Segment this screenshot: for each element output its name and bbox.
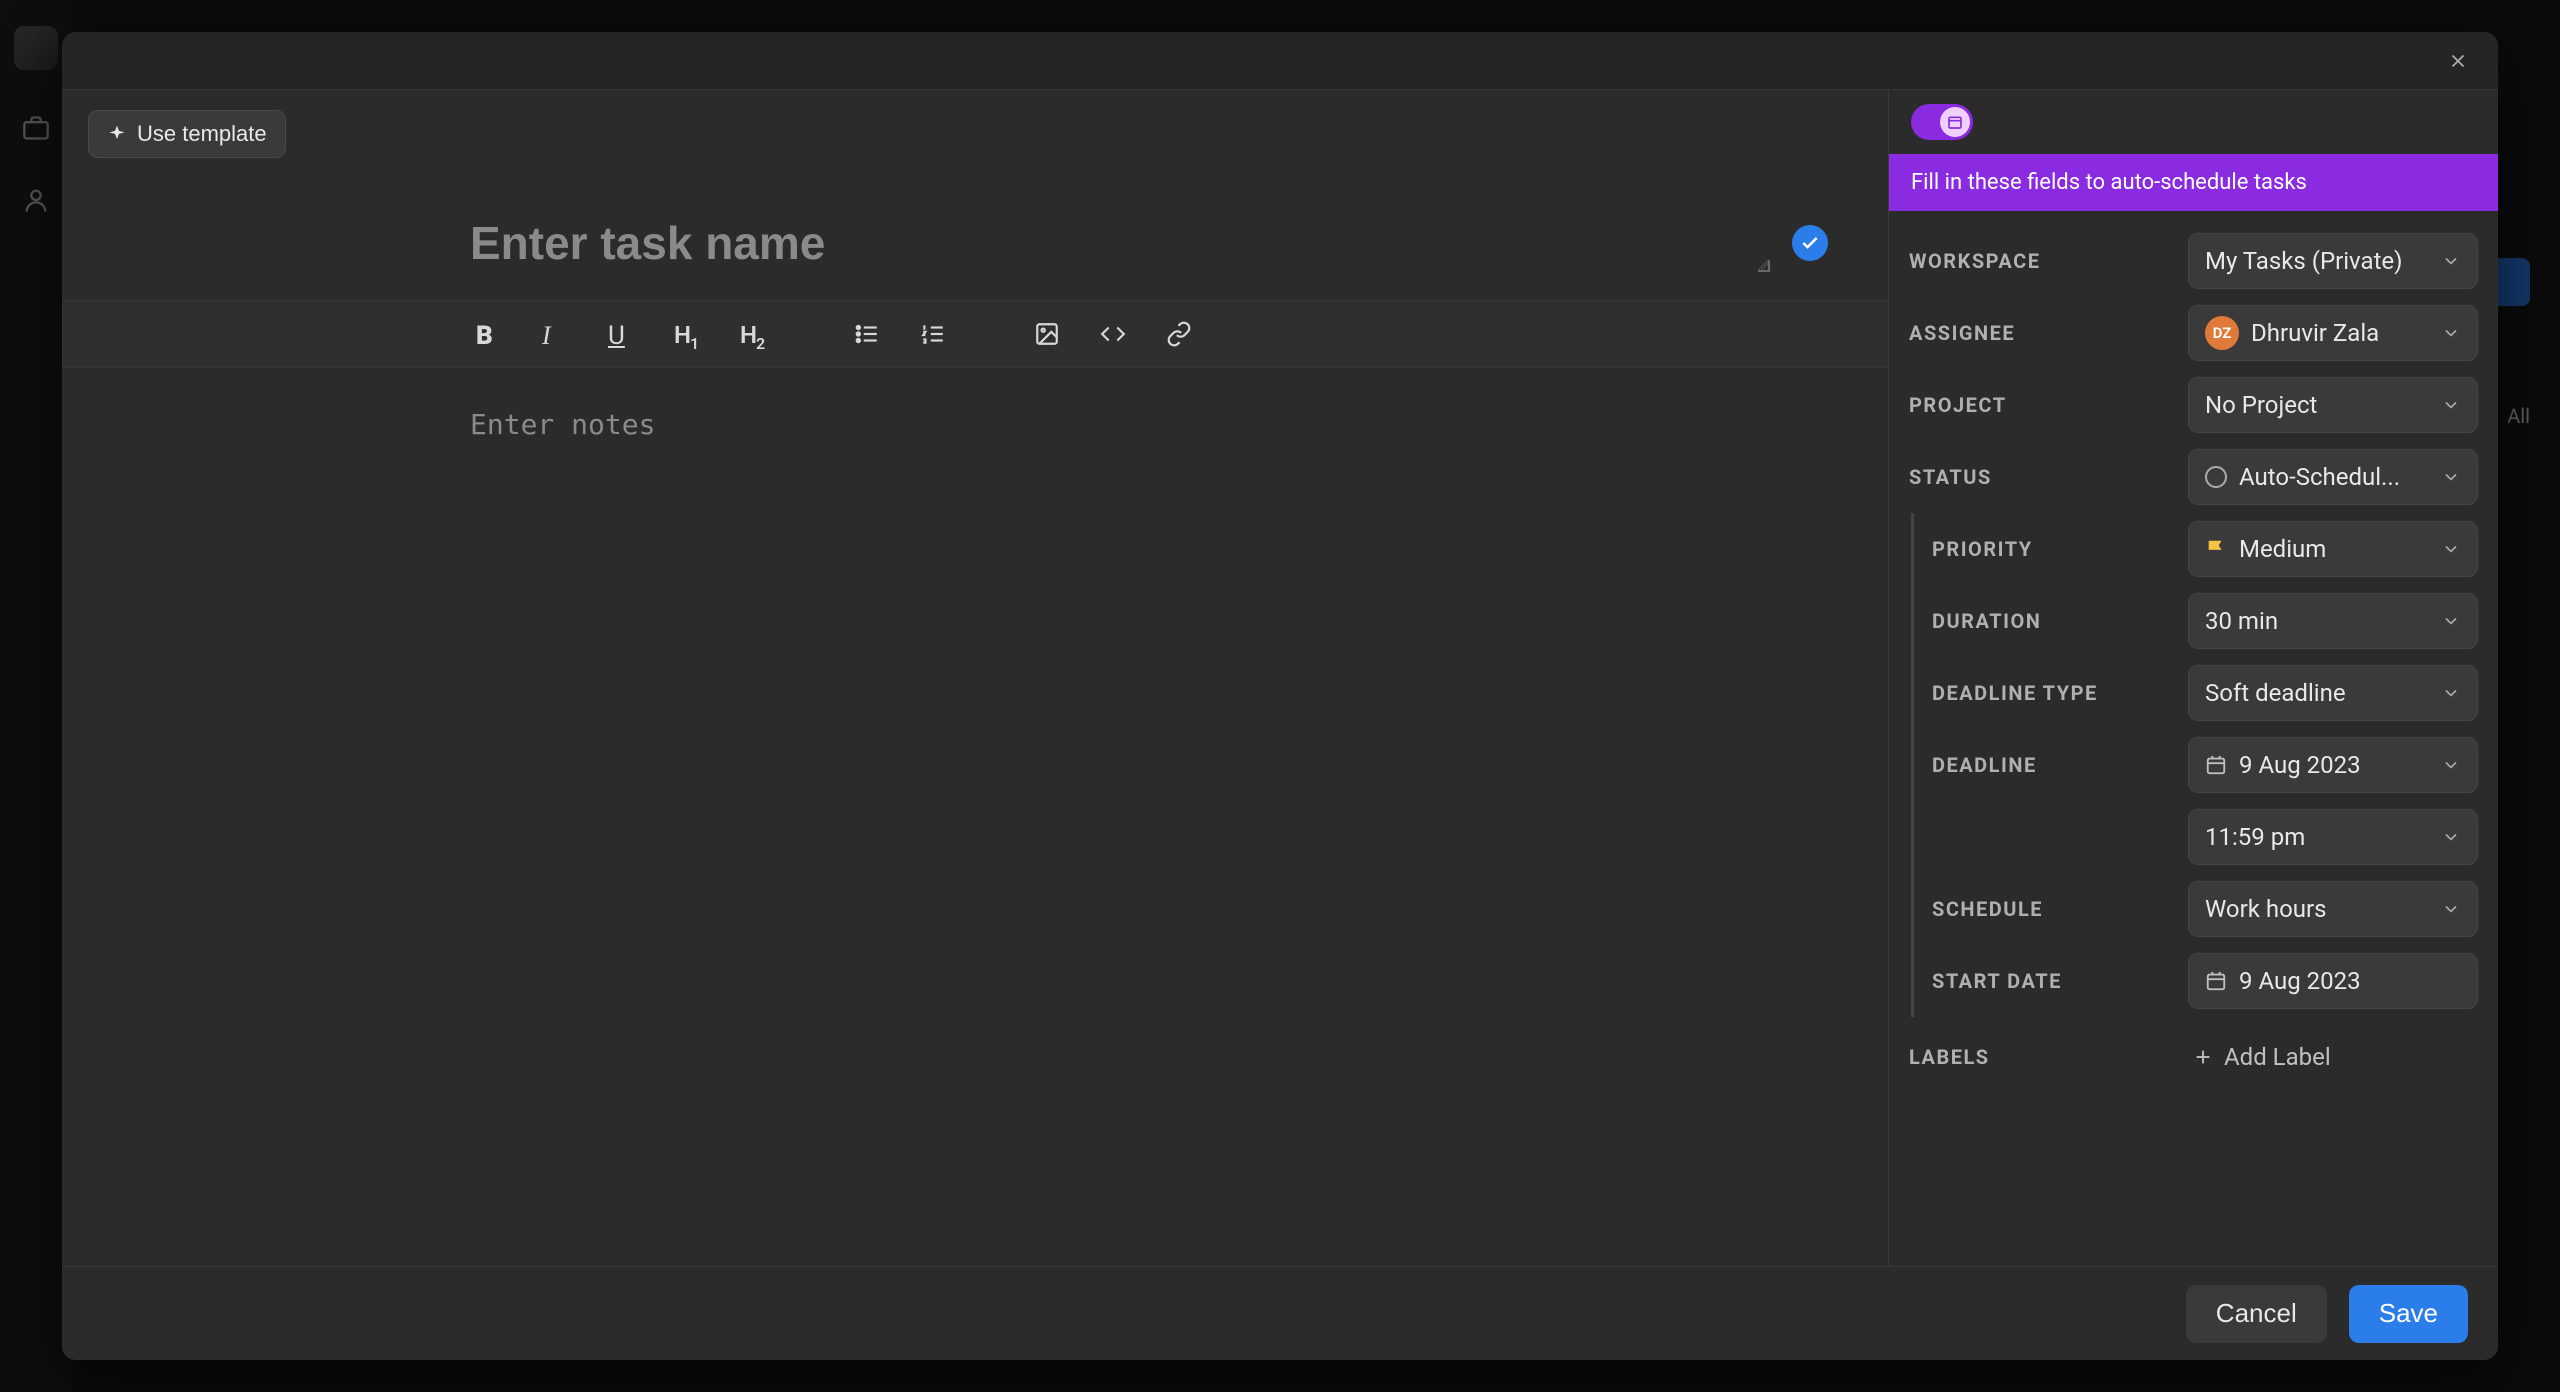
save-button[interactable]: Save — [2349, 1285, 2468, 1343]
status-circle-icon — [2205, 466, 2227, 488]
link-button[interactable] — [1160, 315, 1198, 353]
task-name-input[interactable] — [470, 216, 1772, 270]
assignee-label: ASSIGNEE — [1909, 321, 2174, 345]
status-select[interactable]: Auto-Schedul... — [2188, 449, 2478, 505]
flag-icon — [2205, 538, 2227, 560]
sparkle-icon — [107, 124, 127, 144]
workspace-value: My Tasks (Private) — [2205, 247, 2431, 275]
priority-value: Medium — [2239, 535, 2326, 563]
use-template-button[interactable]: Use template — [88, 110, 286, 158]
italic-button[interactable]: I — [536, 315, 574, 353]
chevron-down-icon — [2441, 683, 2461, 703]
status-label: STATUS — [1909, 465, 2174, 489]
cancel-button[interactable]: Cancel — [2186, 1285, 2327, 1343]
bullet-list-button[interactable] — [848, 315, 886, 353]
deadline-type-select[interactable]: Soft deadline — [2188, 665, 2478, 721]
workspace-select[interactable]: My Tasks (Private) — [2188, 233, 2478, 289]
assignee-avatar: DZ — [2205, 316, 2239, 350]
modal-footer: Cancel Save — [62, 1266, 2498, 1360]
schedule-select[interactable]: Work hours — [2188, 881, 2478, 937]
modal-topbar — [62, 32, 2498, 90]
start-date-value: 9 Aug 2023 — [2239, 967, 2361, 995]
workspace-label: WORKSPACE — [1909, 249, 2174, 273]
underline-glyph: U — [608, 321, 634, 347]
duration-select[interactable]: 30 min — [2188, 593, 2478, 649]
deadline-value: 9 Aug 2023 — [2239, 751, 2361, 779]
deadline-date-select[interactable]: 9 Aug 2023 — [2188, 737, 2478, 793]
bullet-list-icon — [854, 321, 880, 347]
duration-value: 30 min — [2205, 607, 2431, 635]
add-label-text: Add Label — [2224, 1043, 2331, 1071]
chevron-down-icon — [2441, 323, 2461, 343]
image-icon — [1034, 321, 1060, 347]
complete-check-button[interactable] — [1792, 225, 1828, 261]
check-icon — [1800, 233, 1820, 253]
use-template-label: Use template — [137, 121, 267, 147]
resize-handle-icon[interactable] — [1758, 260, 1772, 274]
deadline-time-select[interactable]: 11:59 pm — [2188, 809, 2478, 865]
code-button[interactable] — [1094, 315, 1132, 353]
close-icon — [2447, 50, 2469, 72]
start-date-select[interactable]: 9 Aug 2023 — [2188, 953, 2478, 1009]
schedule-label: SCHEDULE — [1932, 897, 2174, 921]
underline-button[interactable]: U — [602, 315, 640, 353]
toggle-knob — [1940, 107, 1970, 137]
editor-toolbar: B I U H1 H2 — [62, 300, 1888, 368]
schedule-value: Work hours — [2205, 895, 2431, 923]
close-button[interactable] — [2440, 43, 2476, 79]
add-label-button[interactable]: Add Label — [2188, 1031, 2478, 1083]
chevron-down-icon — [2441, 899, 2461, 919]
properties-panel: Fill in these fields to auto-schedule ta… — [1888, 90, 2498, 1266]
link-icon — [1166, 321, 1192, 347]
assignee-value: Dhruvir Zala — [2251, 319, 2379, 347]
auto-schedule-banner: Fill in these fields to auto-schedule ta… — [1889, 154, 2498, 211]
italic-glyph: I — [542, 321, 568, 347]
deadline-type-value: Soft deadline — [2205, 679, 2431, 707]
bold-glyph: B — [476, 321, 502, 347]
priority-label: PRIORITY — [1932, 537, 2174, 561]
h2-glyph: H2 — [740, 321, 766, 347]
numbered-list-button[interactable] — [914, 315, 952, 353]
chevron-down-icon — [2441, 611, 2461, 631]
plus-icon — [2192, 1046, 2214, 1068]
h2-button[interactable]: H2 — [734, 315, 772, 353]
chevron-down-icon — [2441, 395, 2461, 415]
auto-schedule-toggle[interactable] — [1911, 104, 1973, 140]
project-select[interactable]: No Project — [2188, 377, 2478, 433]
priority-select[interactable]: Medium — [2188, 521, 2478, 577]
project-value: No Project — [2205, 391, 2431, 419]
duration-label: DURATION — [1932, 609, 2174, 633]
labels-label: LABELS — [1909, 1045, 2174, 1069]
assignee-select[interactable]: DZ Dhruvir Zala — [2188, 305, 2478, 361]
h1-button[interactable]: H1 — [668, 315, 706, 353]
chevron-down-icon — [2441, 467, 2461, 487]
task-modal: Use template B I U H1 H2 — [62, 32, 2498, 1360]
image-button[interactable] — [1028, 315, 1066, 353]
editor-panel: Use template B I U H1 H2 — [62, 90, 1888, 1266]
calendar-icon — [2205, 970, 2227, 992]
status-value: Auto-Schedul... — [2239, 463, 2400, 491]
deadline-type-label: DEADLINE TYPE — [1932, 681, 2174, 705]
calendar-icon — [2205, 754, 2227, 776]
chevron-down-icon — [2441, 251, 2461, 271]
chevron-down-icon — [2441, 539, 2461, 559]
start-date-label: START DATE — [1932, 969, 2174, 993]
deadline-time-value: 11:59 pm — [2205, 823, 2431, 851]
h1-glyph: H1 — [674, 321, 700, 347]
chevron-down-icon — [2441, 755, 2461, 775]
chevron-down-icon — [2441, 827, 2461, 847]
deadline-label: DEADLINE — [1932, 753, 2174, 777]
code-icon — [1100, 321, 1126, 347]
bold-button[interactable]: B — [470, 315, 508, 353]
project-label: PROJECT — [1909, 393, 2174, 417]
calendar-small-icon — [1947, 114, 1963, 130]
notes-input[interactable] — [470, 408, 1828, 1226]
numbered-list-icon — [920, 321, 946, 347]
